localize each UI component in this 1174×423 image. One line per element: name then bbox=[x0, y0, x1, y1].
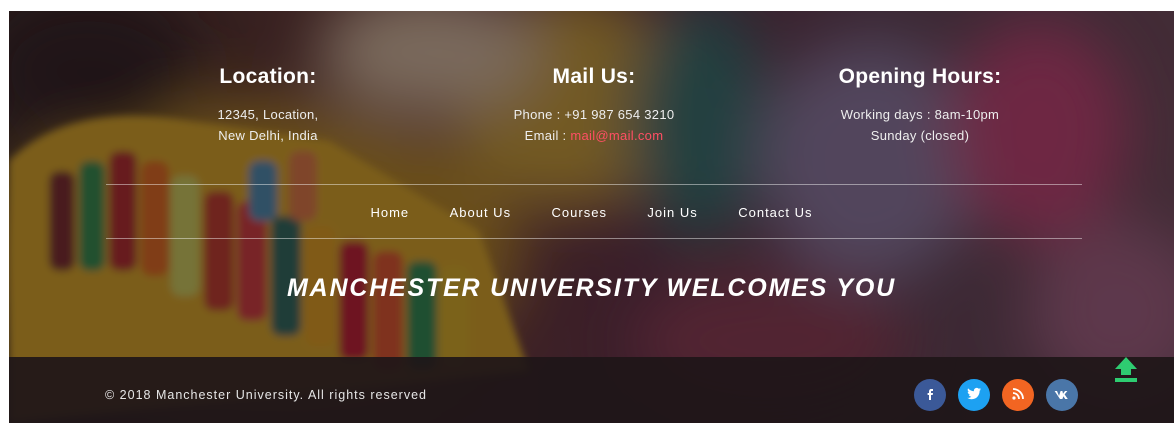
back-to-top-button[interactable] bbox=[1113, 356, 1139, 384]
rss-icon bbox=[1012, 387, 1024, 403]
email-link[interactable]: mail@mail.com bbox=[570, 128, 663, 143]
location-title: Location: bbox=[219, 65, 317, 88]
location-line-1: 12345, Location, bbox=[217, 107, 319, 122]
copyright-text: © 2018 Manchester University. All rights… bbox=[105, 388, 427, 402]
welcome-heading: MANCHESTER UNIVERSITY WELCOMES YOU bbox=[287, 274, 896, 302]
phone-label: Phone : bbox=[513, 107, 565, 122]
facebook-icon bbox=[923, 387, 937, 404]
footer-nav: Home About Us Courses Join Us Contact Us bbox=[9, 204, 1174, 222]
vk-button[interactable] bbox=[1046, 379, 1078, 411]
nav-home[interactable]: Home bbox=[370, 205, 409, 220]
phone-number: +91 987 654 3210 bbox=[564, 107, 675, 122]
divider-top bbox=[106, 184, 1082, 185]
twitter-button[interactable] bbox=[958, 379, 990, 411]
hours-line-1: Working days : 8am-10pm bbox=[840, 107, 1000, 122]
mail-title: Mail Us: bbox=[552, 65, 636, 88]
footer-section: Location: 12345, Location, New Delhi, In… bbox=[9, 11, 1174, 423]
hours-column: Opening Hours: Working days : 8am-10pm S… bbox=[755, 65, 1085, 149]
mail-column: Mail Us: Phone : +91 987 654 3210 Email … bbox=[429, 65, 759, 149]
phone-line: Phone : +91 987 654 3210 bbox=[429, 107, 759, 122]
hours-line-2: Sunday (closed) bbox=[870, 128, 970, 143]
divider-bottom bbox=[106, 238, 1082, 239]
location-column: Location: 12345, Location, New Delhi, In… bbox=[103, 65, 433, 149]
hours-title: Opening Hours: bbox=[838, 65, 1002, 88]
location-line-2: New Delhi, India bbox=[218, 128, 318, 143]
nav-contact-us[interactable]: Contact Us bbox=[738, 205, 812, 220]
email-line: Email : mail@mail.com bbox=[429, 128, 759, 143]
nav-join-us[interactable]: Join Us bbox=[647, 205, 697, 220]
info-columns: Location: 12345, Location, New Delhi, In… bbox=[9, 65, 1174, 175]
email-label: Email : bbox=[524, 128, 571, 143]
nav-about-us[interactable]: About Us bbox=[450, 205, 511, 220]
facebook-button[interactable] bbox=[914, 379, 946, 411]
upload-arrow-icon bbox=[1115, 357, 1137, 382]
rss-button[interactable] bbox=[1002, 379, 1034, 411]
nav-courses[interactable]: Courses bbox=[552, 205, 607, 220]
twitter-icon bbox=[966, 387, 982, 404]
copyright-bar: © 2018 Manchester University. All rights… bbox=[9, 357, 1174, 423]
vk-icon bbox=[1054, 387, 1070, 403]
